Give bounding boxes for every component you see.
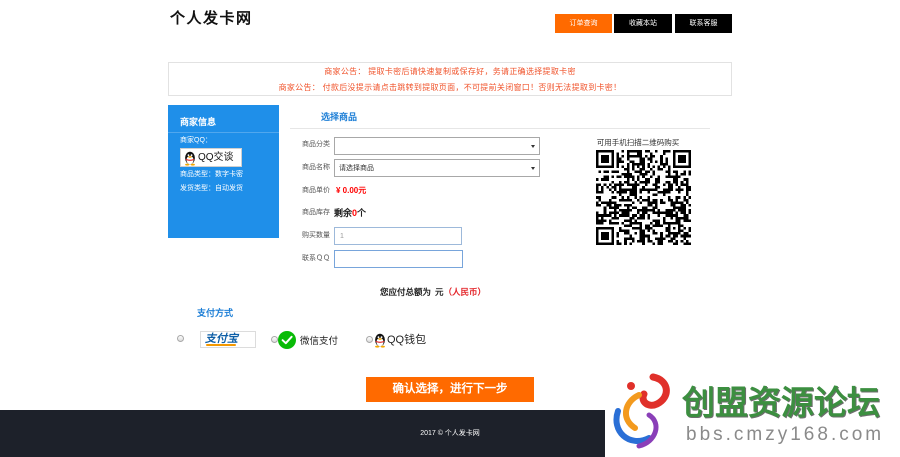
qq-chat-button[interactable]: QQ交谈 <box>180 148 242 167</box>
notice-line: 商家公告： 提取卡密后请快速复制或保存好，务请正确选择提取卡密 <box>324 67 576 76</box>
qqwallet-radio[interactable] <box>366 336 373 343</box>
delivery-type: 发货类型：自动发货 <box>180 185 243 192</box>
site-logo: 个人发卡网 <box>170 9 253 27</box>
forum-url: bbs.cmzy168.com <box>686 424 885 445</box>
nav-order-query[interactable]: 订单查询 <box>555 14 612 33</box>
stock-suffix: 个 <box>357 208 367 218</box>
contact-qq-label: 联系ＱＱ <box>302 255 330 262</box>
stock-value: 剩余0个 <box>334 208 366 219</box>
total-currency: （人民币） <box>443 287 487 297</box>
nav-contact-service[interactable]: 联系客服 <box>675 14 732 33</box>
divider <box>290 128 710 129</box>
price-value: ¥ 0.00元 <box>336 186 367 195</box>
contact-qq-input[interactable] <box>334 250 463 268</box>
total-label: 您应付总额为 <box>379 287 431 297</box>
select-product-title: 选择商品 <box>321 112 358 122</box>
qqwallet-label: QQ钱包 <box>387 334 427 346</box>
qq-chat-label: QQ交谈 <box>198 152 234 163</box>
price-label: 商品单价 <box>302 187 330 194</box>
category-select[interactable] <box>334 137 540 155</box>
qq-penguin-icon <box>375 333 385 348</box>
stock-label: 商品库存 <box>302 209 330 216</box>
product-name-label: 商品名称 <box>302 164 330 171</box>
notice-box: 商家公告： 提取卡密后请快速复制或保存好，务请正确选择提取卡密 商家公告： 付款… <box>168 62 732 96</box>
quantity-label: 购买数量 <box>302 232 330 239</box>
product-select-value: 请选择商品 <box>339 165 374 172</box>
payment-method-title: 支付方式 <box>197 308 234 318</box>
confirm-next-button[interactable]: 确认选择，进行下一步 <box>366 377 534 402</box>
alipay-radio[interactable] <box>177 335 184 342</box>
chevron-down-icon <box>531 145 535 148</box>
category-label: 商品分类 <box>302 141 330 148</box>
divider <box>168 132 279 133</box>
total-amount: 您应付总额为 元（人民币） <box>288 287 578 298</box>
forum-logo-icon <box>613 373 670 449</box>
qq-penguin-icon <box>185 151 195 166</box>
alipay-logo[interactable]: 支付宝 <box>200 331 256 348</box>
notice-line: 商家公告： 付款后没提示请点击跳转到提取页面，不可提前关闭窗口！否则无法提取到卡… <box>278 83 622 92</box>
total-unit: 元 <box>434 287 444 297</box>
wechat-radio[interactable] <box>271 336 278 343</box>
wechat-icon <box>278 331 296 349</box>
payment-option-alipay[interactable]: 支付宝 <box>175 329 258 351</box>
forum-name: 创盟资源论坛 <box>682 384 880 421</box>
product-type: 商品类型：数字卡密 <box>180 171 243 178</box>
wechat-label: 微信支付 <box>300 336 339 347</box>
chevron-down-icon <box>531 167 535 170</box>
qr-caption: 可用手机扫描二维码购买 <box>596 138 680 147</box>
stock-prefix: 剩余 <box>334 208 353 218</box>
merchant-info-title: 商家信息 <box>180 117 217 127</box>
merchant-info-panel: 商家信息 商家QQ： QQ交谈 商品类型：数字卡密 发货类型：自动发货 <box>168 105 279 238</box>
qr-code-image <box>596 150 691 245</box>
alipay-logo-swoosh <box>206 344 236 346</box>
product-select[interactable]: 请选择商品 <box>334 159 540 177</box>
payment-option-qqwallet[interactable]: QQ钱包 <box>364 329 432 351</box>
merchant-qq-label: 商家QQ： <box>180 137 212 144</box>
forum-watermark: 创盟资源论坛 bbs.cmzy168.com <box>605 368 900 457</box>
nav-bookmark-site[interactable]: 收藏本站 <box>614 14 672 33</box>
payment-option-wechat[interactable]: 微信支付 <box>269 329 341 351</box>
quantity-input[interactable] <box>334 227 462 245</box>
